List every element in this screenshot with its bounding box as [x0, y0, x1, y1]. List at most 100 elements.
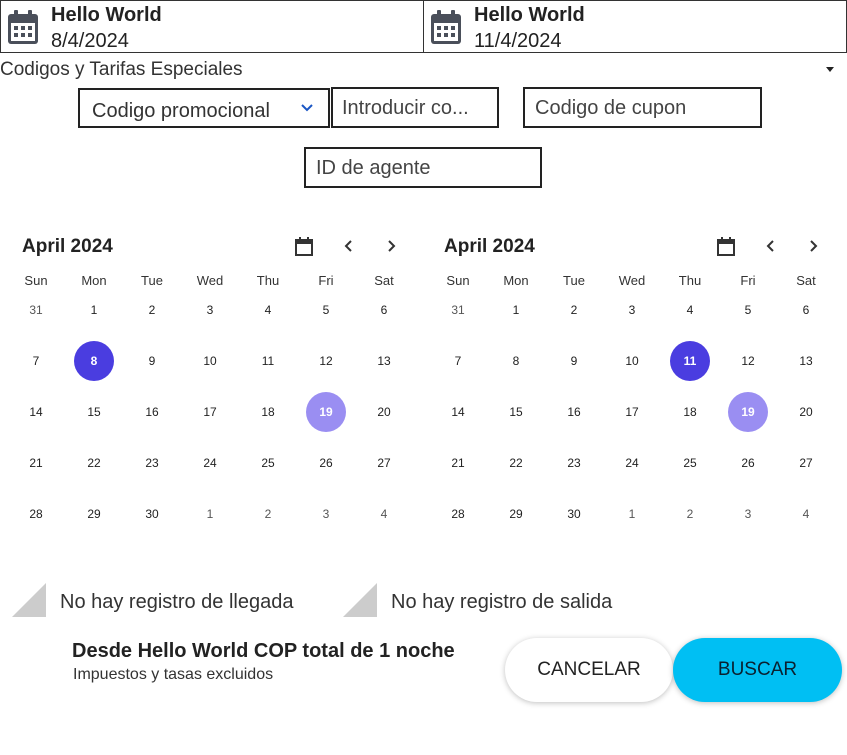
- calendar-view-icon[interactable]: [716, 237, 736, 257]
- calendar-day[interactable]: 31: [438, 290, 478, 330]
- calendar-icon: [8, 10, 38, 44]
- chevron-right-icon[interactable]: [383, 238, 399, 254]
- checkin-calendar: April 2024 Sun Mon Tue Wed Thu Fri Sat 31 1 2 3 4 5 6…: [8, 230, 418, 530]
- weekday-label: Fri: [318, 273, 334, 288]
- calendar-day[interactable]: 28: [16, 494, 56, 534]
- calendar-day[interactable]: 12: [728, 341, 768, 381]
- calendar-day[interactable]: 6: [364, 290, 404, 330]
- calendar-day[interactable]: 4: [670, 290, 710, 330]
- calendar-day[interactable]: 1: [74, 290, 114, 330]
- calendar-day[interactable]: 29: [496, 494, 536, 534]
- calendar-day[interactable]: 4: [786, 494, 826, 534]
- calendar-day[interactable]: 15: [496, 392, 536, 432]
- special-codes-toggle[interactable]: Codigos y Tarifas Especiales: [0, 58, 847, 84]
- calendar-day[interactable]: 5: [306, 290, 346, 330]
- calendar-day[interactable]: 22: [496, 443, 536, 483]
- calendar-day[interactable]: 1: [496, 290, 536, 330]
- tax-note: Impuestos y tasas excluidos: [73, 666, 274, 683]
- search-button[interactable]: BUSCAR: [673, 638, 842, 702]
- calendar-day[interactable]: 16: [132, 392, 172, 432]
- calendar-day[interactable]: 13: [786, 341, 826, 381]
- calendar-day[interactable]: 11: [670, 341, 710, 381]
- cancel-button[interactable]: CANCELAR: [505, 638, 673, 702]
- calendar-day[interactable]: 25: [670, 443, 710, 483]
- calendar-day[interactable]: 17: [612, 392, 652, 432]
- chevron-left-icon[interactable]: [341, 238, 357, 254]
- calendar-day[interactable]: 6: [786, 290, 826, 330]
- calendar-day[interactable]: 9: [132, 341, 172, 381]
- calendar-day[interactable]: 14: [16, 392, 56, 432]
- calendar-day[interactable]: 27: [364, 443, 404, 483]
- calendar-day[interactable]: 4: [364, 494, 404, 534]
- calendar-day[interactable]: 21: [16, 443, 56, 483]
- calendar-day[interactable]: 24: [190, 443, 230, 483]
- calendar-day[interactable]: 25: [248, 443, 288, 483]
- calendar-day[interactable]: 7: [16, 341, 56, 381]
- calendar-day[interactable]: 13: [364, 341, 404, 381]
- calendar-day[interactable]: 15: [74, 392, 114, 432]
- calendar-day[interactable]: 11: [248, 341, 288, 381]
- calendar-day[interactable]: 2: [554, 290, 594, 330]
- promo-type-select[interactable]: Codigo promocional: [78, 88, 330, 128]
- agent-id-placeholder: ID de agente: [316, 157, 431, 179]
- calendar-day[interactable]: 2: [248, 494, 288, 534]
- calendar-day[interactable]: 3: [190, 290, 230, 330]
- calendar-day[interactable]: 1: [612, 494, 652, 534]
- calendar-day[interactable]: 3: [306, 494, 346, 534]
- special-codes-label: Codigos y Tarifas Especiales: [0, 59, 243, 80]
- coupon-code-input[interactable]: Codigo de cupon: [523, 87, 762, 128]
- calendar-day[interactable]: 24: [612, 443, 652, 483]
- calendar-day[interactable]: 21: [438, 443, 478, 483]
- checkout-date-box[interactable]: Hello World 11/4/2024: [423, 0, 847, 53]
- promo-code-input[interactable]: Introducir co...: [331, 87, 499, 128]
- calendar-day[interactable]: 2: [670, 494, 710, 534]
- calendar-day[interactable]: 9: [554, 341, 594, 381]
- calendar-day[interactable]: 17: [190, 392, 230, 432]
- calendar-day[interactable]: 8: [496, 341, 536, 381]
- weekday-label: Tue: [563, 273, 585, 288]
- calendar-day[interactable]: 30: [132, 494, 172, 534]
- calendar-day[interactable]: 30: [554, 494, 594, 534]
- chevron-left-icon[interactable]: [763, 238, 779, 254]
- calendar-day[interactable]: 18: [670, 392, 710, 432]
- calendar-day[interactable]: 16: [554, 392, 594, 432]
- coupon-code-placeholder: Codigo de cupon: [535, 97, 687, 119]
- calendar-day[interactable]: 3: [612, 290, 652, 330]
- calendar-day[interactable]: 10: [190, 341, 230, 381]
- calendar-day[interactable]: 14: [438, 392, 478, 432]
- checkin-record-text: No hay registro de llegada: [60, 591, 294, 613]
- caret-down-icon: [826, 67, 834, 72]
- calendar-day[interactable]: 19: [728, 392, 768, 432]
- calendar-day[interactable]: 10: [612, 341, 652, 381]
- calendar-view-icon[interactable]: [294, 237, 314, 257]
- calendar-day[interactable]: 26: [306, 443, 346, 483]
- calendar-day[interactable]: 29: [74, 494, 114, 534]
- calendar-day[interactable]: 28: [438, 494, 478, 534]
- chevron-right-icon[interactable]: [805, 238, 821, 254]
- calendar-day[interactable]: 26: [728, 443, 768, 483]
- calendar-day[interactable]: 5: [728, 290, 768, 330]
- calendar-day[interactable]: 23: [132, 443, 172, 483]
- calendar-day[interactable]: 8: [74, 341, 114, 381]
- agent-id-input[interactable]: ID de agente: [304, 147, 542, 188]
- promo-code-placeholder: Introducir co...: [342, 97, 469, 119]
- calendar-day[interactable]: 20: [786, 392, 826, 432]
- calendar-day[interactable]: 7: [438, 341, 478, 381]
- checkin-date-box[interactable]: Hello World 8/4/2024: [0, 0, 424, 53]
- calendar-day[interactable]: 12: [306, 341, 346, 381]
- calendar-day[interactable]: 27: [786, 443, 826, 483]
- calendar-day[interactable]: 2: [132, 290, 172, 330]
- calendar-day[interactable]: 23: [554, 443, 594, 483]
- calendar-day[interactable]: 1: [190, 494, 230, 534]
- calendar-day[interactable]: 20: [364, 392, 404, 432]
- calendar-day[interactable]: 19: [306, 392, 346, 432]
- month-label: April 2024: [444, 236, 535, 257]
- calendar-day[interactable]: 3: [728, 494, 768, 534]
- weekday-label: Tue: [141, 273, 163, 288]
- calendar-day[interactable]: 18: [248, 392, 288, 432]
- calendar-day[interactable]: 31: [16, 290, 56, 330]
- month-label: April 2024: [22, 236, 113, 257]
- calendar-day[interactable]: 4: [248, 290, 288, 330]
- weekday-label: Sat: [796, 273, 816, 288]
- calendar-day[interactable]: 22: [74, 443, 114, 483]
